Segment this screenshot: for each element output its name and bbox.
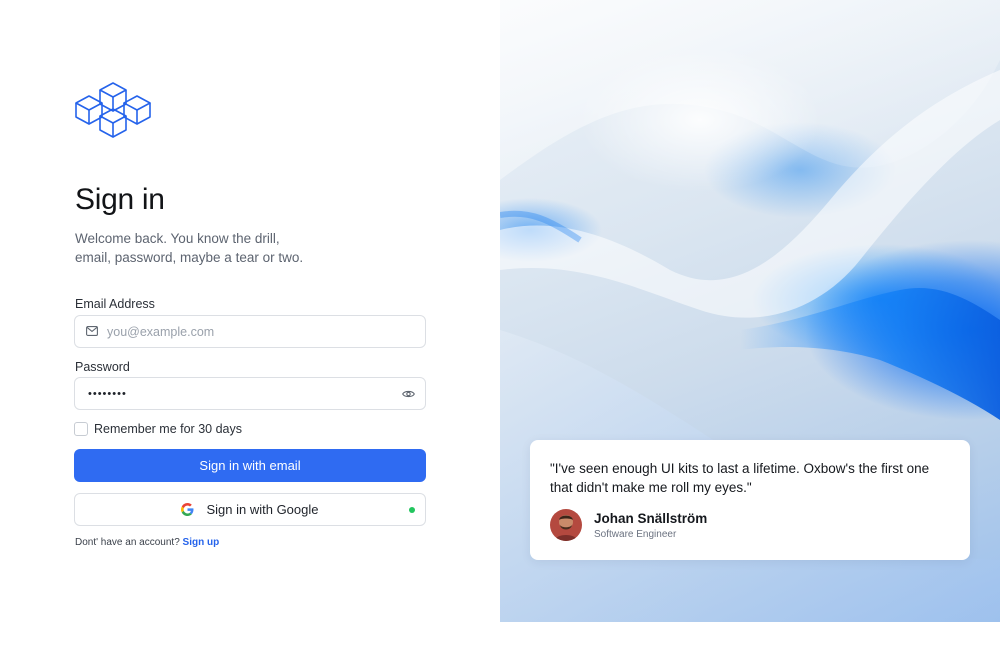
testimonial-name: Johan Snällström	[594, 511, 708, 526]
subtitle-line: email, password, maybe a tear or two.	[75, 250, 304, 265]
sign-in-google-button[interactable]: Sign in with Google	[74, 493, 426, 526]
password-label: Password	[75, 360, 130, 374]
testimonial-role: Software Engineer	[594, 529, 677, 540]
remember-checkbox[interactable]	[74, 422, 88, 436]
subtitle-line: Welcome back. You know the drill,	[75, 231, 280, 246]
testimonial-quote: "I've seen enough UI kits to last a life…	[550, 461, 930, 495]
page-subtitle: Welcome back. You know the drill, email,…	[75, 229, 375, 267]
page-title: Sign in	[75, 183, 165, 216]
status-dot	[409, 507, 415, 513]
signup-prompt-text: Dont' have an account?	[75, 537, 180, 548]
sign-up-link[interactable]: Sign up	[183, 537, 220, 548]
email-field[interactable]	[74, 315, 426, 348]
eye-icon[interactable]	[402, 389, 415, 399]
sign-in-email-button[interactable]: Sign in with email	[74, 449, 426, 482]
google-icon	[181, 503, 194, 516]
email-label: Email Address	[75, 297, 155, 311]
email-input[interactable]	[107, 316, 387, 347]
password-input[interactable]	[88, 378, 368, 409]
sign-in-panel: Sign in Welcome back. You know the drill…	[0, 0, 500, 650]
testimonial-card: "I've seen enough UI kits to last a life…	[530, 440, 970, 560]
cubes-logo-icon	[75, 82, 151, 138]
signup-prompt: Dont' have an account? Sign up	[75, 537, 219, 548]
bottom-strip	[500, 622, 1000, 650]
password-field[interactable]	[74, 377, 426, 410]
remember-me[interactable]: Remember me for 30 days	[74, 422, 242, 436]
mail-icon	[86, 326, 98, 336]
remember-label: Remember me for 30 days	[94, 422, 242, 436]
google-button-label: Sign in with Google	[206, 502, 319, 517]
avatar	[550, 509, 582, 541]
